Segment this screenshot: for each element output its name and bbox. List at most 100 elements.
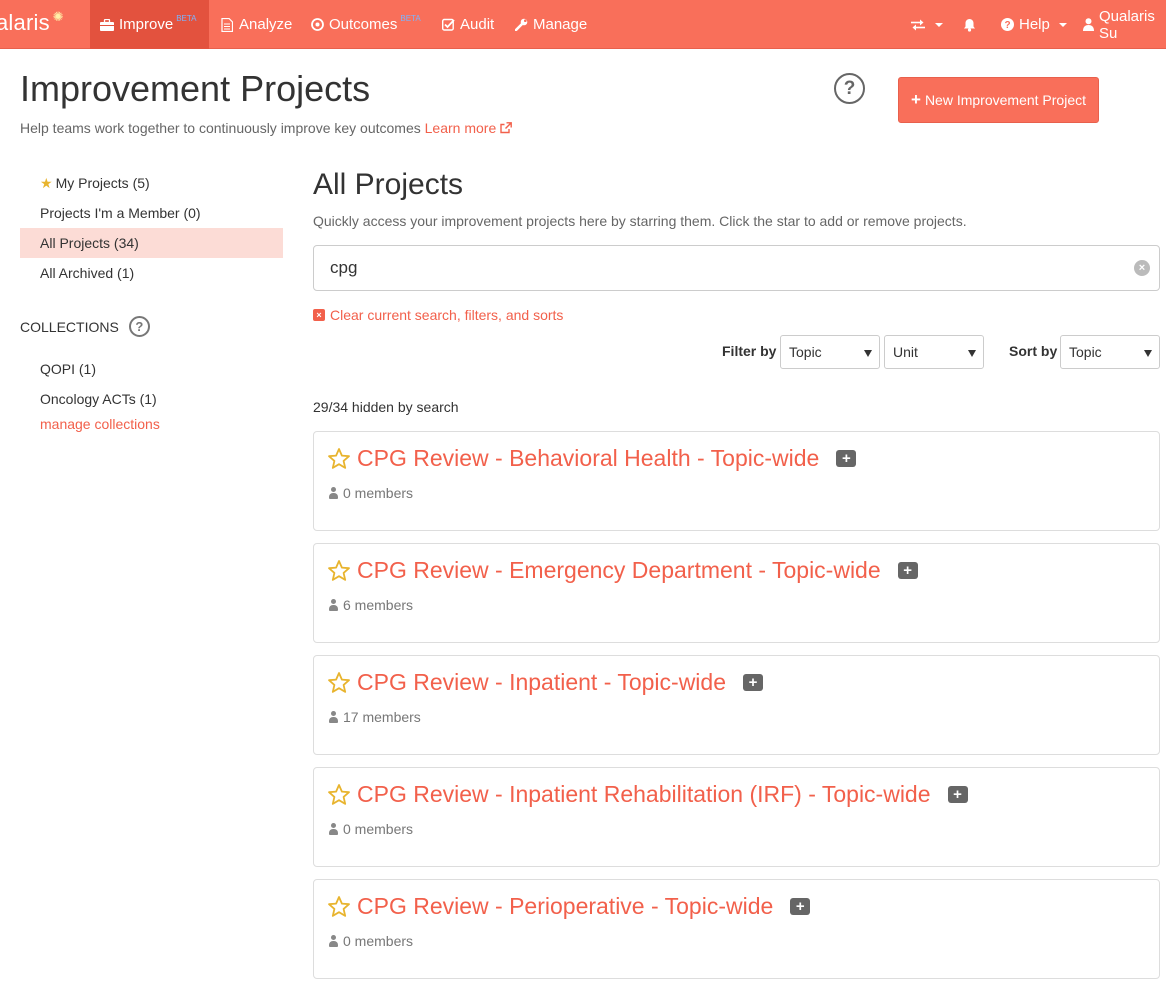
project-title-link[interactable]: CPG Review - Inpatient Rehabilitation (I… xyxy=(357,781,931,808)
sidebar-item-my-projects[interactable]: ★ My Projects (5) xyxy=(20,168,283,198)
collection-label: QOPI (1) xyxy=(40,361,97,377)
target-icon xyxy=(310,18,324,32)
star-outline-icon[interactable] xyxy=(327,783,351,807)
hidden-count: 29/34 hidden by search xyxy=(313,399,459,415)
add-to-collection-button[interactable]: + xyxy=(790,898,811,915)
add-to-collection-button[interactable]: + xyxy=(743,674,763,691)
project-card: CPG Review - Perioperative - Topic-wide … xyxy=(313,879,1160,979)
search-input[interactable]: cpg × xyxy=(313,245,1160,291)
learn-more-link[interactable]: Learn more xyxy=(424,120,513,136)
filter-topic-select[interactable]: Topic xyxy=(780,335,880,369)
chevron-down-icon xyxy=(1058,22,1067,27)
external-link-icon xyxy=(500,122,513,134)
beta-badge: BETA xyxy=(176,14,197,23)
nav-improve-label: Improve xyxy=(119,16,174,33)
sidebar-item-label: Projects I'm a Member (0) xyxy=(40,205,201,221)
exchange-icon xyxy=(910,18,926,32)
user-icon xyxy=(329,711,338,723)
brand-logo[interactable]: alaris ✺ xyxy=(0,9,64,36)
sidebar-item-label: All Archived (1) xyxy=(40,265,135,281)
beta-badge: BETA xyxy=(400,14,421,23)
project-title-link[interactable]: CPG Review - Inpatient - Topic-wide xyxy=(357,669,726,696)
sort-value: Topic xyxy=(1069,344,1102,360)
sidebar-item-collection-qopi[interactable]: QOPI (1) xyxy=(20,354,283,384)
sun-icon: ✺ xyxy=(52,9,64,24)
add-to-collection-button[interactable]: + xyxy=(897,562,918,579)
clear-link-label: Clear current search, filters, and sorts xyxy=(330,307,564,323)
sidebar-item-collection-oncology[interactable]: Oncology ACTs (1) xyxy=(20,384,283,414)
project-title-link[interactable]: CPG Review - Emergency Department - Topi… xyxy=(357,557,881,584)
members-count: 17 members xyxy=(343,709,421,725)
dropdown-arrow-icon xyxy=(968,350,976,357)
nav-audit[interactable]: Audit xyxy=(431,0,504,49)
help-question-icon[interactable]: ? xyxy=(834,73,865,104)
project-title-link[interactable]: CPG Review - Perioperative - Topic-wide xyxy=(357,893,773,920)
manage-collections-link[interactable]: manage collections xyxy=(40,416,160,432)
briefcase-icon xyxy=(100,18,114,32)
sidebar-item-member-projects[interactable]: Projects I'm a Member (0) xyxy=(20,198,283,228)
project-title-link[interactable]: CPG Review - Behavioral Health - Topic-w… xyxy=(357,445,819,472)
nav-outcomes[interactable]: Outcomes BETA xyxy=(300,0,431,49)
filter-topic-value: Topic xyxy=(789,344,822,360)
project-members: 0 members xyxy=(329,821,413,837)
section-subtitle: Quickly access your improvement projects… xyxy=(313,213,967,229)
new-improvement-project-button[interactable]: + New Improvement Project xyxy=(898,77,1099,123)
plus-icon: + xyxy=(911,90,921,109)
page-subtitle: Help teams work together to continuously… xyxy=(20,120,513,136)
nav-audit-label: Audit xyxy=(460,16,495,33)
project-members: 0 members xyxy=(329,933,413,949)
page-subtitle-text: Help teams work together to continuously… xyxy=(20,120,421,136)
filter-unit-select[interactable]: Unit xyxy=(884,335,984,369)
star-outline-icon[interactable] xyxy=(327,671,351,695)
nav-analyze-label: Analyze xyxy=(239,16,293,33)
star-outline-icon[interactable] xyxy=(327,447,351,471)
nav-analyze[interactable]: Analyze xyxy=(210,0,302,49)
project-title-row: CPG Review - Perioperative - Topic-wide … xyxy=(327,893,811,920)
project-title-row: CPG Review - Inpatient - Topic-wide + xyxy=(327,669,763,696)
bell-icon xyxy=(962,18,976,32)
user-icon xyxy=(329,935,338,947)
user-icon xyxy=(329,599,338,611)
star-outline-icon[interactable] xyxy=(327,559,351,583)
members-count: 6 members xyxy=(343,597,414,613)
filter-by-label: Filter by xyxy=(722,343,777,359)
page-title: Improvement Projects xyxy=(20,68,371,109)
star-icon: ★ xyxy=(40,175,53,191)
add-to-collection-button[interactable]: + xyxy=(836,450,857,467)
collections-header-label: COLLECTIONS xyxy=(20,318,119,335)
project-card: CPG Review - Behavioral Health - Topic-w… xyxy=(313,431,1160,531)
project-card: CPG Review - Inpatient - Topic-wide + 17… xyxy=(313,655,1160,755)
user-icon xyxy=(329,487,338,499)
nav-manage[interactable]: Manage xyxy=(504,0,597,49)
project-card: CPG Review - Emergency Department - Topi… xyxy=(313,543,1160,643)
clear-search-icon[interactable]: × xyxy=(1134,260,1150,276)
sidebar-item-all-projects[interactable]: All Projects (34) xyxy=(20,228,283,258)
project-card: CPG Review - Inpatient Rehabilitation (I… xyxy=(313,767,1160,867)
sidebar-item-all-archived[interactable]: All Archived (1) xyxy=(20,258,283,288)
wrench-icon xyxy=(514,18,528,32)
nav-improve[interactable]: Improve BETA xyxy=(90,0,209,49)
project-members: 0 members xyxy=(329,485,413,501)
help-menu[interactable]: ? Help xyxy=(990,0,1077,49)
svg-text:?: ? xyxy=(1004,20,1010,31)
user-menu[interactable]: Qualaris Su xyxy=(1073,0,1166,49)
collections-help-icon[interactable]: ? xyxy=(128,316,150,337)
switch-menu[interactable] xyxy=(900,0,953,49)
close-icon: × xyxy=(313,309,325,321)
collection-label: Oncology ACTs (1) xyxy=(40,391,157,407)
sort-by-label: Sort by xyxy=(1009,343,1058,359)
project-members: 17 members xyxy=(329,709,421,725)
collections-header: COLLECTIONS ? xyxy=(20,316,150,337)
new-button-label: New Improvement Project xyxy=(924,92,1086,108)
sidebar-item-label: My Projects (5) xyxy=(55,175,150,191)
sidebar-item-label: All Projects (34) xyxy=(40,235,139,251)
notifications-button[interactable] xyxy=(952,0,986,49)
chevron-down-icon xyxy=(935,22,943,27)
clear-search-filters-link[interactable]: × Clear current search, filters, and sor… xyxy=(313,307,563,323)
star-outline-icon[interactable] xyxy=(327,895,351,919)
add-to-collection-button[interactable]: + xyxy=(947,786,968,803)
sort-select[interactable]: Topic xyxy=(1060,335,1160,369)
learn-more-label: Learn more xyxy=(424,120,497,136)
dropdown-arrow-icon xyxy=(864,350,872,357)
question-circle-icon: ? xyxy=(1000,18,1014,32)
